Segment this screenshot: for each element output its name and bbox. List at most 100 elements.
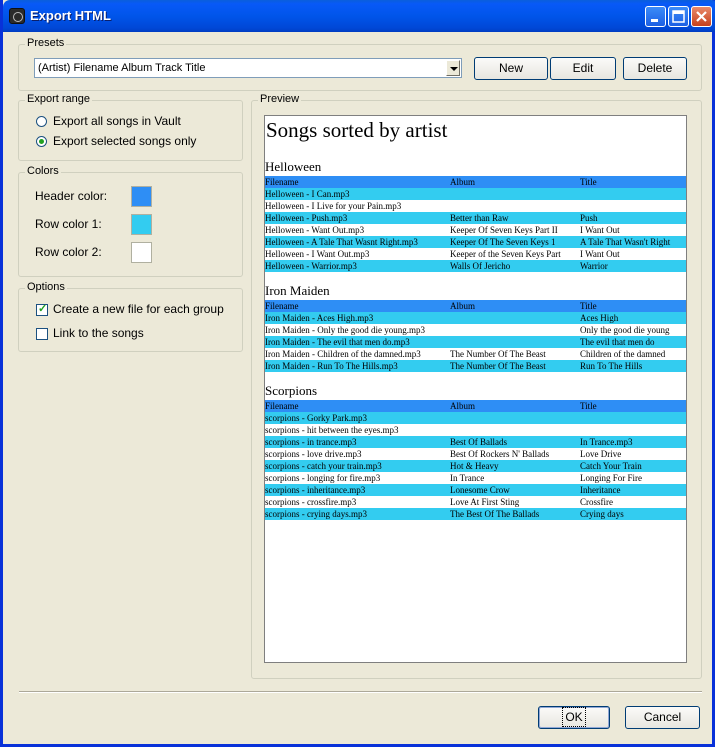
edit-preset-button[interactable]: Edit	[550, 57, 616, 80]
preview-row: scorpions - crossfire.mp3 Love At First S…	[265, 496, 686, 508]
ok-button-label: OK	[562, 707, 586, 727]
preview-cell: Iron Maiden - The evil that men do.mp3	[265, 337, 410, 347]
preview-cell: scorpions - catch your train.mp3	[265, 461, 382, 471]
new-file-label[interactable]: Create a new file for each group	[53, 302, 224, 316]
maximize-button[interactable]	[668, 6, 689, 27]
preview-cell: Title	[580, 301, 597, 311]
preview-cell: Filename	[265, 301, 299, 311]
preview-cell: In Trance	[450, 473, 485, 483]
preview-cell: Catch Your Train	[580, 461, 642, 471]
cancel-button[interactable]: Cancel	[625, 706, 700, 729]
preset-select[interactable]: (Artist) Filename Album Track Title	[34, 58, 462, 78]
preview-cell: Run To The Hills	[580, 361, 643, 371]
preview-cell: Filename	[265, 177, 299, 187]
preview-row: Iron Maiden - Children of the damned.mp3…	[265, 348, 686, 360]
preview-row: Iron Maiden - Aces High.mp3 Aces High	[265, 312, 686, 324]
minimize-icon	[651, 19, 658, 22]
preview-cell: Lonesome Crow	[450, 485, 510, 495]
preview-cell: Love At First Sting	[450, 497, 520, 507]
preview-cell: scorpions - in trance.mp3	[265, 437, 357, 447]
preview-cell: Aces High	[580, 313, 619, 323]
preview-cell: Best Of Rockers N' Ballads	[450, 449, 550, 459]
preview-cell: The evil that men do	[580, 337, 655, 347]
header-color-label: Header color:	[35, 189, 108, 203]
preview-pane[interactable]: Songs sorted by artist Helloween Filename…	[264, 115, 687, 663]
preview-cell: scorpions - crying days.mp3	[265, 509, 367, 519]
export-selected-radio[interactable]	[36, 136, 47, 147]
maximize-icon	[672, 10, 685, 23]
preview-cell: Helloween - I Can.mp3	[265, 189, 350, 199]
preview-cell: Album	[450, 301, 476, 311]
preview-group-title: Helloween	[265, 159, 322, 174]
preview-row: scorpions - catch your train.mp3 Hot & He…	[265, 460, 686, 472]
close-icon	[696, 11, 707, 22]
preview-row: Iron Maiden - Only the good die young.mp…	[265, 324, 686, 336]
preview-cell: The Best Of The Ballads	[450, 509, 540, 519]
preview-row: Iron Maiden - The evil that men do.mp3 Th…	[265, 336, 686, 348]
export-all-label[interactable]: Export all songs in Vault	[53, 114, 181, 128]
preview-cell: Longing For Fire	[580, 473, 642, 483]
title-bar[interactable]: Export HTML	[3, 0, 715, 32]
minimize-button[interactable]	[645, 6, 666, 27]
preview-row: scorpions - hit between the eyes.mp3	[265, 424, 686, 436]
row-color-2-swatch[interactable]	[131, 242, 152, 263]
app-icon	[9, 8, 25, 24]
preview-cell: Helloween - Warrior.mp3	[265, 261, 357, 271]
preview-cell: Title	[580, 401, 597, 411]
preview-cell: Title	[580, 177, 597, 187]
preview-cell: Helloween - I Live for your Pain.mp3	[265, 201, 402, 211]
preview-cell: Best Of Ballads	[450, 437, 507, 447]
preview-cell: scorpions - hit between the eyes.mp3	[265, 425, 399, 435]
preview-header-row: Filename Album Title	[265, 400, 686, 412]
preview-cell: Keeper Of Seven Keys Part II	[450, 225, 558, 235]
preview-cell: Iron Maiden - Children of the damned.mp3	[265, 349, 421, 359]
export-range-group: Export range	[18, 93, 243, 161]
preview-title: Songs sorted by artist	[266, 118, 448, 142]
preview-cell: In Trance.mp3	[580, 437, 633, 447]
preview-cell: Love Drive	[580, 449, 622, 459]
preview-row: Helloween - Warrior.mp3 Walls Of Jericho W…	[265, 260, 686, 272]
ok-button[interactable]: OK	[538, 706, 610, 729]
export-selected-label[interactable]: Export selected songs only	[53, 134, 196, 148]
preview-cell: Only the good die young	[580, 325, 670, 335]
preview-cell: Filename	[265, 401, 299, 411]
preview-cell: Helloween - Push.mp3	[265, 213, 348, 223]
preview-header-row: Filename Album Title	[265, 176, 686, 188]
preview-cell: I Want Out	[580, 249, 620, 259]
new-preset-button[interactable]: New	[474, 57, 548, 80]
preview-cell: Crossfire	[580, 497, 613, 507]
preview-cell: Iron Maiden - Only the good die young.mp…	[265, 325, 425, 335]
preview-cell: Crying days	[580, 509, 624, 519]
preview-row: Iron Maiden - Run To The Hills.mp3 The Nu…	[265, 360, 686, 372]
options-label: Options	[25, 281, 67, 293]
preview-group-title: Scorpions	[265, 383, 317, 398]
new-file-checkbox[interactable]	[36, 302, 48, 316]
preview-row: scorpions - inheritance.mp3 Lonesome Crow…	[265, 484, 686, 496]
preview-cell: Helloween - A Tale That Wasnt Right.mp3	[265, 237, 418, 247]
link-songs-label[interactable]: Link to the songs	[53, 326, 144, 340]
preview-cell: Keeper of the Seven Keys Part	[450, 249, 561, 259]
delete-preset-button[interactable]: Delete	[623, 57, 687, 80]
preview-row: Helloween - A Tale That Wasnt Right.mp3 K…	[265, 236, 686, 248]
preview-cell: Push	[580, 213, 598, 223]
row-color-1-swatch[interactable]	[131, 214, 152, 235]
preview-row: scorpions - longing for fire.mp3 In Tranc…	[265, 472, 686, 484]
preview-cell: Keeper Of The Seven Keys 1	[450, 237, 556, 247]
preset-dropdown-button[interactable]	[446, 60, 460, 76]
presets-label: Presets	[25, 37, 67, 49]
preview-cell: scorpions - inheritance.mp3	[265, 485, 366, 495]
header-color-swatch[interactable]	[131, 186, 152, 207]
preview-row: scorpions - in trance.mp3 Best Of Ballads…	[265, 436, 686, 448]
link-songs-checkbox[interactable]	[36, 328, 48, 340]
export-all-radio[interactable]	[36, 116, 47, 127]
preview-cell: I Want Out	[580, 225, 620, 235]
preview-row: Helloween - Want Out.mp3 Keeper Of Seven …	[265, 224, 686, 236]
preview-cell: The Number Of The Beast	[450, 349, 546, 359]
preview-row: scorpions - crying days.mp3 The Best Of T…	[265, 508, 686, 520]
preview-cell: Album	[450, 177, 476, 187]
preview-header-row: Filename Album Title	[265, 300, 686, 312]
preview-cell: A Tale That Wasn't Right	[580, 237, 671, 247]
preview-cell: Inheritance	[580, 485, 621, 495]
preset-select-value: (Artist) Filename Album Track Title	[38, 62, 206, 74]
close-button[interactable]	[691, 6, 712, 27]
